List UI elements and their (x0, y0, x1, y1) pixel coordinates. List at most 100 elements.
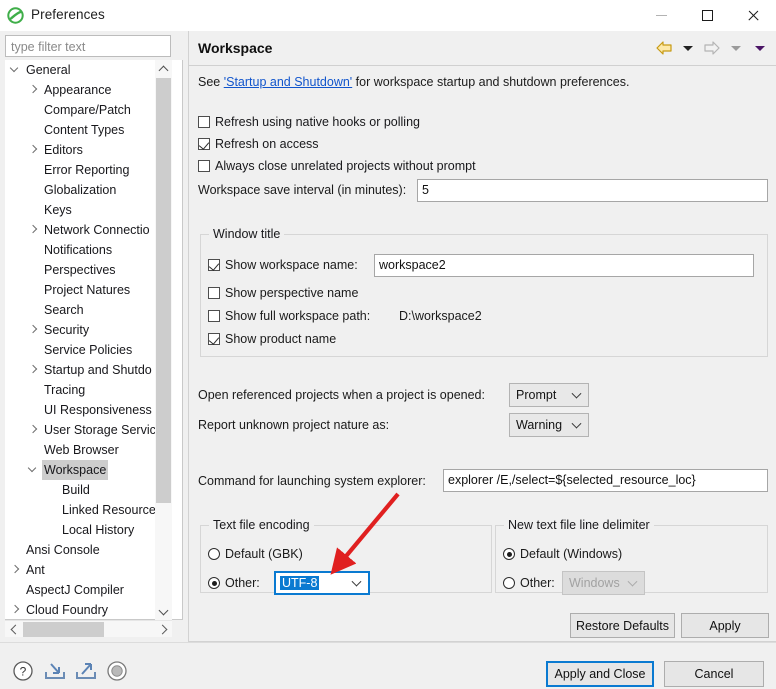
chevron-right-icon[interactable] (28, 420, 39, 440)
apply-and-close-button[interactable]: Apply and Close (546, 661, 654, 687)
sidebar-item-error-reporting[interactable]: Error Reporting (5, 160, 166, 180)
close-button[interactable] (730, 0, 776, 31)
scroll-left-button[interactable] (5, 621, 22, 638)
vertical-scroll-thumb[interactable] (156, 78, 171, 503)
sidebar-item-editors[interactable]: Editors (5, 140, 166, 160)
sidebar-item-label: Web Browser (42, 440, 121, 460)
explorer-command-input[interactable]: explorer /E,/select=${selected_resource_… (443, 469, 768, 492)
checkbox-refresh-native-hooks[interactable]: Refresh using native hooks or polling (198, 113, 420, 131)
sidebar-item-perspectives[interactable]: Perspectives (5, 260, 166, 280)
checkbox-always-close-unrelated[interactable]: Always close unrelated projects without … (198, 157, 476, 175)
checkbox-label: Refresh using native hooks or polling (215, 115, 420, 129)
radio-label: Other: (520, 576, 555, 590)
sidebar-item-service-policies[interactable]: Service Policies (5, 340, 166, 360)
chevron-right-icon[interactable] (28, 220, 39, 240)
header-divider (189, 65, 776, 66)
text-file-encoding-legend: Text file encoding (209, 518, 314, 532)
sidebar-item-aspectj-compiler[interactable]: AspectJ Compiler (5, 580, 166, 600)
chevron-up-icon (159, 65, 169, 75)
sidebar-item-keys[interactable]: Keys (5, 200, 166, 220)
sidebar-item-label: Tracing (42, 380, 87, 400)
sidebar-item-appearance[interactable]: Appearance (5, 80, 166, 100)
back-arrow-icon[interactable] (654, 38, 674, 58)
tree-vertical-scrollbar[interactable] (155, 60, 172, 620)
chevron-right-icon[interactable] (28, 80, 39, 100)
preferences-dialog: Preferences type filter text GeneralAppe… (0, 0, 776, 689)
sidebar-item-label: Build (60, 480, 92, 500)
sidebar-item-workspace[interactable]: Workspace (5, 460, 166, 480)
sidebar-item-cloud-foundry[interactable]: Cloud Foundry (5, 600, 166, 620)
open-referenced-combo[interactable]: Prompt (509, 383, 589, 407)
chevron-down-icon[interactable] (28, 460, 39, 480)
checkbox-show-product-name[interactable]: Show product name (208, 332, 336, 346)
radio-encoding-default[interactable]: Default (GBK) (208, 547, 303, 561)
sidebar-item-globalization[interactable]: Globalization (5, 180, 166, 200)
forward-arrow-icon (702, 38, 722, 58)
checkbox-show-perspective-name[interactable]: Show perspective name (208, 286, 358, 300)
checkbox-box (208, 333, 220, 345)
sidebar-item-content-types[interactable]: Content Types (5, 120, 166, 140)
page-nav-toolbar (654, 37, 770, 59)
radio-delimiter-other[interactable]: Other: (503, 576, 555, 590)
chevron-right-icon[interactable] (28, 360, 39, 380)
report-nature-label: Report unknown project nature as: (198, 418, 389, 432)
checkbox-show-full-workspace-path[interactable]: Show full workspace path: (208, 309, 370, 323)
scroll-right-button[interactable] (155, 621, 172, 638)
chevron-right-icon[interactable] (28, 320, 39, 340)
export-icon[interactable] (74, 660, 98, 682)
sidebar-item-label: Startup and Shutdo (42, 360, 154, 380)
tree-horizontal-scrollbar[interactable] (5, 620, 172, 637)
scroll-up-button[interactable] (155, 60, 172, 77)
chevron-right-icon[interactable] (10, 560, 21, 580)
filter-input[interactable]: type filter text (5, 35, 171, 57)
sidebar-item-ui-responsiveness[interactable]: UI Responsiveness (5, 400, 166, 420)
import-icon[interactable] (43, 660, 67, 682)
checkbox-box (198, 138, 210, 150)
sidebar-item-security[interactable]: Security (5, 320, 166, 340)
sidebar-item-web-browser[interactable]: Web Browser (5, 440, 166, 460)
sidebar-item-general[interactable]: General (5, 60, 166, 80)
restore-defaults-button[interactable]: Restore Defaults (570, 613, 675, 638)
checkbox-refresh-on-access[interactable]: Refresh on access (198, 135, 319, 153)
chevron-down-icon[interactable] (10, 60, 21, 80)
checkbox-show-workspace-name[interactable]: Show workspace name: (208, 258, 358, 272)
sidebar-item-build[interactable]: Build (5, 480, 166, 500)
sidebar-item-project-natures[interactable]: Project Natures (5, 280, 166, 300)
combo-value: Warning (516, 418, 562, 432)
checkbox-box (208, 287, 220, 299)
sidebar-item-compare-patch[interactable]: Compare/Patch (5, 100, 166, 120)
sidebar-item-ant[interactable]: Ant (5, 560, 166, 580)
startup-shutdown-link[interactable]: 'Startup and Shutdown' (224, 75, 352, 89)
chevron-down-icon (628, 577, 638, 587)
sidebar-item-local-history[interactable]: Local History (5, 520, 166, 540)
sidebar-item-ansi-console[interactable]: Ansi Console (5, 540, 166, 560)
sidebar-item-label: Workspace (42, 460, 108, 480)
chevron-right-icon[interactable] (28, 140, 39, 160)
maximize-button[interactable] (684, 0, 730, 31)
sidebar-item-network-connectio[interactable]: Network Connectio (5, 220, 166, 240)
cancel-button[interactable]: Cancel (664, 661, 764, 687)
sidebar-item-startup-and-shutdo[interactable]: Startup and Shutdo (5, 360, 166, 380)
back-dropdown-icon[interactable] (678, 38, 698, 58)
horizontal-scroll-thumb[interactable] (23, 622, 104, 637)
view-menu-icon[interactable] (750, 38, 770, 58)
chevron-left-icon (10, 625, 20, 635)
scroll-down-button[interactable] (155, 603, 172, 620)
chevron-right-icon[interactable] (10, 600, 21, 620)
minimize-button[interactable] (638, 0, 684, 31)
apply-button[interactable]: Apply (681, 613, 769, 638)
radio-encoding-other[interactable]: Other: (208, 576, 260, 590)
save-interval-input[interactable]: 5 (417, 179, 768, 202)
sidebar-item-linked-resource[interactable]: Linked Resource (5, 500, 166, 520)
help-icon[interactable]: ? (12, 660, 36, 682)
workspace-name-input[interactable]: workspace2 (374, 254, 754, 277)
record-icon[interactable] (106, 660, 130, 682)
radio-label: Other: (225, 576, 260, 590)
radio-delimiter-default[interactable]: Default (Windows) (503, 547, 622, 561)
sidebar-item-tracing[interactable]: Tracing (5, 380, 166, 400)
sidebar-item-notifications[interactable]: Notifications (5, 240, 166, 260)
encoding-combo[interactable]: UTF-8 (274, 571, 370, 595)
report-nature-combo[interactable]: Warning (509, 413, 589, 437)
sidebar-item-user-storage-servic[interactable]: User Storage Servic (5, 420, 166, 440)
sidebar-item-search[interactable]: Search (5, 300, 166, 320)
